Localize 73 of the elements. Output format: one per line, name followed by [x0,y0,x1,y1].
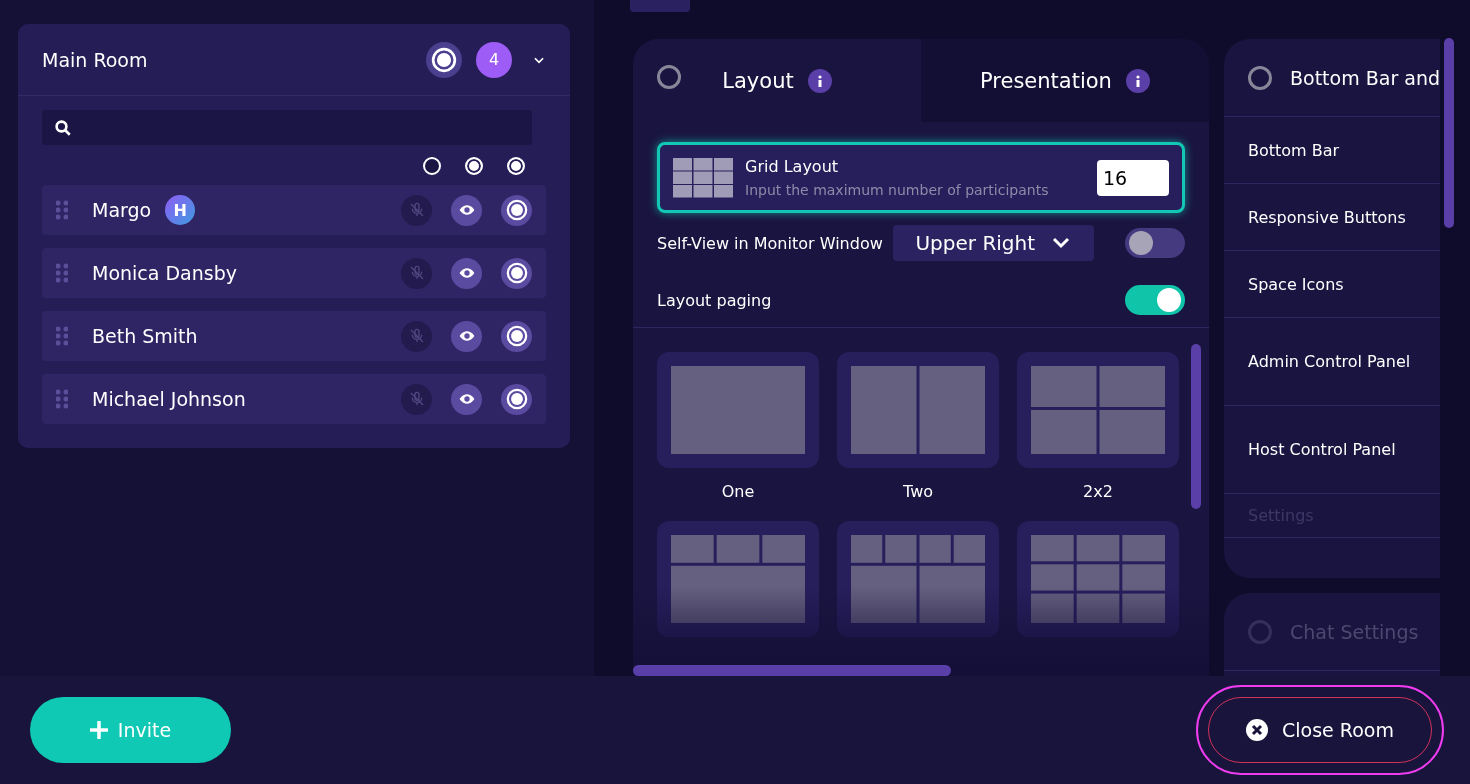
participant-row[interactable]: Beth Smith [42,311,546,361]
search-field[interactable] [42,110,532,145]
settings-item[interactable]: Bottom Bar [1224,117,1440,184]
host-badge: H [165,195,196,225]
record-button[interactable] [426,41,462,78]
participant-row[interactable]: Margo H [42,185,546,235]
column-toggle[interactable] [423,157,441,175]
option-hint: Input the maximum number of participants [745,182,1050,198]
radio-icon[interactable] [657,65,681,89]
eye-icon[interactable] [451,194,482,226]
participant-name: Monica Dansby [92,262,237,284]
eye-icon[interactable] [451,257,482,289]
eye-icon[interactable] [451,320,482,352]
search-icon [54,118,72,137]
record-icon[interactable] [501,320,532,352]
drag-handle-icon[interactable] [56,389,68,409]
info-icon[interactable] [1125,68,1150,93]
layout-preview-icon [1031,535,1165,623]
self-view-switch[interactable] [1125,228,1185,258]
layout-preview-icon [671,366,805,454]
settings-item[interactable]: Host Control Panel [1224,406,1440,494]
radio-icon[interactable] [1248,65,1272,90]
participant-name: Michael Johnson [92,388,246,410]
paging-switch[interactable] [1125,285,1185,315]
grid-layout-option[interactable]: Grid Layout Input the maximum number of participants 16 [657,142,1185,213]
close-icon [1246,719,1269,741]
participant-name: Margo [92,199,152,221]
record-icon[interactable] [501,194,532,226]
layout-tab[interactable]: Presentation [921,39,1209,122]
column-toggle[interactable] [507,157,525,175]
scrollbar[interactable] [1444,38,1454,228]
max-participants-field[interactable]: 16 [1097,159,1169,196]
participant-row[interactable]: Monica Dansby [42,248,546,298]
tile-label: 2x2 [1083,482,1113,501]
layout-tile[interactable] [657,521,819,637]
layout-tile[interactable] [837,521,999,637]
layout-tile[interactable] [1017,352,1179,468]
layout-preview-icon [671,535,805,623]
layout-preview-icon [851,366,985,454]
layout-tile[interactable] [657,352,819,468]
participant-name: Beth Smith [92,325,198,347]
layout-tile[interactable] [837,352,999,468]
layout-preview-icon [851,535,985,623]
participant-row[interactable]: Michael Johnson [42,374,546,424]
chevron-icon [1051,236,1072,250]
tile-label: One [721,482,755,501]
scrollbar[interactable] [1191,344,1201,509]
info-icon[interactable] [807,68,832,93]
drag-handle-icon[interactable] [56,326,68,346]
drag-handle-icon[interactable] [56,200,68,220]
settings-item[interactable]: Admin Control Panel [1224,318,1440,406]
option-title: Grid Layout [745,157,840,176]
participant-count: 4 [476,41,512,78]
eye-icon[interactable] [451,383,482,415]
room-title: Main Room [42,48,149,71]
setting-label: Self-View in Monitor Window [657,233,883,253]
plus-icon [89,721,108,739]
drag-handle-icon[interactable] [56,263,68,283]
settings-item[interactable]: Space Icons [1224,251,1440,318]
scrollbar[interactable] [633,665,951,676]
radio-icon[interactable] [1248,619,1272,644]
position-dropdown[interactable]: Upper Right [892,225,1094,261]
settings-item[interactable]: Responsive Buttons [1224,184,1440,251]
grid-icon [673,157,733,198]
section-title: Bottom Bar and [1290,66,1440,89]
record-icon[interactable] [501,257,532,289]
column-toggle[interactable] [465,157,483,175]
record-icon[interactable] [501,383,532,415]
tab-stub [630,0,690,12]
setting-label: Layout paging [657,290,773,310]
layout-tile[interactable] [1017,521,1179,637]
tile-label: Two [903,482,933,501]
layout-preview-icon [1031,366,1165,454]
